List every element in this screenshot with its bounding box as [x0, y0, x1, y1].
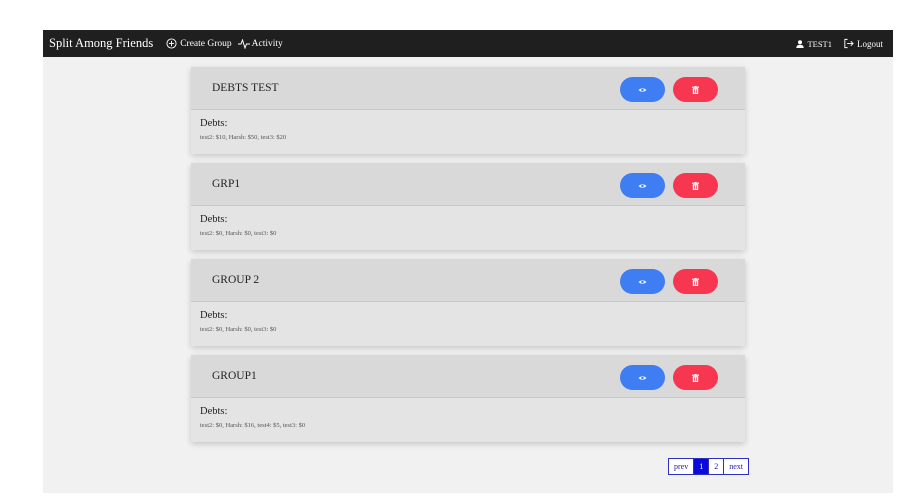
pagination-page-1[interactable]: 1: [694, 459, 710, 474]
group-card-body: Debts: test2: $10, Harsh: $50, test3: $2…: [191, 110, 745, 141]
activity-link[interactable]: Activity: [237, 38, 283, 49]
group-card: GROUP1 Debts: test2: $0, Harsh: $16, tes…: [191, 355, 745, 442]
eye-icon: [638, 279, 647, 284]
logout-label: Logout: [857, 38, 883, 49]
group-card-header: GROUP1: [191, 355, 745, 398]
trash-icon: [692, 85, 699, 94]
logout-link[interactable]: Logout: [843, 38, 883, 49]
eye-icon: [638, 87, 647, 92]
group-card: DEBTS TEST Debts: test2: $10, Harsh: $50…: [191, 67, 745, 154]
view-group-button[interactable]: [620, 365, 665, 390]
trash-icon: [692, 373, 699, 382]
group-card-body: Debts: test2: $0, Harsh: $16, test4: $5,…: [191, 398, 745, 429]
group-card-body: Debts: test2: $0, Harsh: $0, test3: $0: [191, 302, 745, 333]
trash-icon: [692, 181, 699, 190]
group-name: GROUP 2: [212, 274, 260, 286]
debts-label: Debts:: [200, 214, 228, 225]
group-card-header: DEBTS TEST: [191, 67, 745, 110]
delete-group-button[interactable]: [673, 269, 718, 294]
eye-icon: [638, 375, 647, 380]
view-group-button[interactable]: [620, 77, 665, 102]
user-icon: [796, 39, 805, 48]
activity-label: Activity: [251, 38, 283, 49]
debts-values: test2: $0, Harsh: $16, test4: $5, test3:…: [200, 422, 306, 429]
main-content: DEBTS TEST Debts: test2: $10, Harsh: $50…: [43, 57, 893, 493]
create-group-label: Create Group: [180, 38, 232, 49]
debts-values: test2: $0, Harsh: $0, test3: $0: [200, 326, 277, 333]
navbar: Split Among Friends Create Group Activit…: [43, 30, 893, 57]
debts-label: Debts:: [200, 406, 228, 417]
user-menu[interactable]: TEST1: [796, 39, 832, 49]
debts-values: test2: $10, Harsh: $50, test3: $20: [200, 134, 287, 141]
create-group-link[interactable]: Create Group: [166, 38, 232, 49]
debts-label: Debts:: [200, 310, 228, 321]
nav-right: TEST1 Logout: [796, 38, 883, 49]
group-card: GROUP 2 Debts: test2: $0, Harsh: $0, tes…: [191, 259, 745, 346]
group-name: DEBTS TEST: [212, 82, 279, 94]
pagination-next[interactable]: next: [724, 459, 748, 474]
group-card-body: Debts: test2: $0, Harsh: $0, test3: $0: [191, 206, 745, 237]
group-name: GRP1: [212, 178, 241, 190]
group-card-header: GROUP 2: [191, 259, 745, 302]
logout-icon: [844, 38, 854, 49]
pagination-page-2[interactable]: 2: [709, 459, 725, 474]
pagination: prev 1 2 next: [668, 458, 749, 475]
pagination-prev[interactable]: prev: [669, 459, 695, 474]
delete-group-button[interactable]: [673, 77, 718, 102]
trash-icon: [692, 277, 699, 286]
brand[interactable]: Split Among Friends: [49, 36, 153, 51]
group-card-header: GRP1: [191, 163, 745, 206]
delete-group-button[interactable]: [673, 365, 718, 390]
view-group-button[interactable]: [620, 173, 665, 198]
group-name: GROUP1: [212, 370, 257, 382]
plus-circle-icon: [166, 38, 177, 49]
delete-group-button[interactable]: [673, 173, 718, 198]
activity-pulse-icon: [237, 38, 250, 49]
group-card: GRP1 Debts: test2: $0, Harsh: $0, test3:…: [191, 163, 745, 250]
eye-icon: [638, 183, 647, 188]
debts-label: Debts:: [200, 118, 228, 129]
user-name: TEST1: [807, 38, 832, 49]
view-group-button[interactable]: [620, 269, 665, 294]
debts-values: test2: $0, Harsh: $0, test3: $0: [200, 230, 277, 237]
